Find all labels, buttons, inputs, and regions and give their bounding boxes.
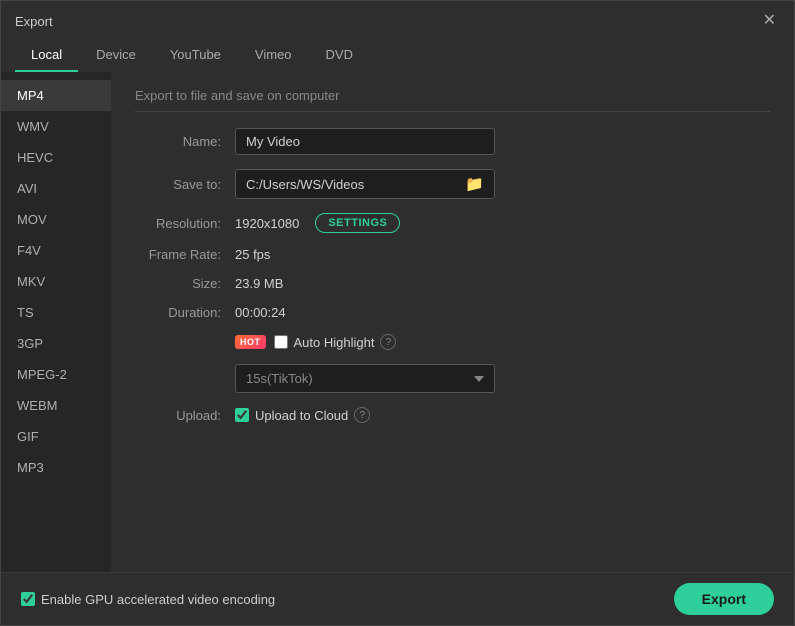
upload-help-icon[interactable]: ? xyxy=(354,407,370,423)
upload-cloud-label[interactable]: Upload to Cloud xyxy=(235,408,348,423)
upload-row: Upload: Upload to Cloud ? xyxy=(135,407,770,423)
tab-bar: Local Device YouTube Vimeo DVD xyxy=(1,37,794,72)
auto-highlight-help-icon[interactable]: ? xyxy=(380,334,396,350)
size-label: Size: xyxy=(135,276,235,291)
name-label: Name: xyxy=(135,134,235,149)
export-window: Export ✕ Local Device YouTube Vimeo DVD … xyxy=(0,0,795,626)
gpu-encoding-text: Enable GPU accelerated video encoding xyxy=(41,592,275,607)
auto-highlight-row: HOT Auto Highlight ? xyxy=(135,334,770,350)
highlight-dropdown-row: 15s(TikTok) 30s 60s xyxy=(235,364,770,393)
resolution-value: 1920x1080 xyxy=(235,216,299,231)
sidebar-item-f4v[interactable]: F4V xyxy=(1,235,111,266)
frame-rate-row: Frame Rate: 25 fps xyxy=(135,247,770,262)
gpu-encoding-checkbox[interactable] xyxy=(21,592,35,606)
sidebar-item-webm[interactable]: WEBM xyxy=(1,390,111,421)
settings-button[interactable]: SETTINGS xyxy=(315,213,400,233)
folder-row[interactable]: C:/Users/WS/Videos 📁 xyxy=(235,169,495,199)
tab-dvd[interactable]: DVD xyxy=(310,41,369,72)
upload-label: Upload: xyxy=(135,408,235,423)
gpu-encoding-label[interactable]: Enable GPU accelerated video encoding xyxy=(21,592,275,607)
close-button[interactable]: ✕ xyxy=(759,11,780,31)
hot-badge: HOT xyxy=(235,335,266,349)
save-to-row: Save to: C:/Users/WS/Videos 📁 xyxy=(135,169,770,199)
duration-value: 00:00:24 xyxy=(235,305,286,320)
title-bar: Export ✕ xyxy=(1,1,794,37)
sidebar-item-mkv[interactable]: MKV xyxy=(1,266,111,297)
sidebar-item-hevc[interactable]: HEVC xyxy=(1,142,111,173)
format-sidebar: MP4 WMV HEVC AVI MOV F4V MKV TS 3GP MPEG… xyxy=(1,72,111,572)
name-row: Name: xyxy=(135,128,770,155)
sidebar-item-avi[interactable]: AVI xyxy=(1,173,111,204)
export-button[interactable]: Export xyxy=(674,583,774,615)
tab-youtube[interactable]: YouTube xyxy=(154,41,237,72)
main-panel: Export to file and save on computer Name… xyxy=(111,72,794,572)
resolution-value-row: 1920x1080 SETTINGS xyxy=(235,213,400,233)
sidebar-item-wmv[interactable]: WMV xyxy=(1,111,111,142)
size-value: 23.9 MB xyxy=(235,276,283,291)
duration-row: Duration: 00:00:24 xyxy=(135,305,770,320)
frame-rate-value: 25 fps xyxy=(235,247,270,262)
sidebar-item-mov[interactable]: MOV xyxy=(1,204,111,235)
content-area: MP4 WMV HEVC AVI MOV F4V MKV TS 3GP MPEG… xyxy=(1,72,794,572)
sidebar-item-ts[interactable]: TS xyxy=(1,297,111,328)
tab-local[interactable]: Local xyxy=(15,41,78,72)
frame-rate-label: Frame Rate: xyxy=(135,247,235,262)
auto-highlight-text: Auto Highlight xyxy=(294,335,375,350)
resolution-label: Resolution: xyxy=(135,216,235,231)
name-input[interactable] xyxy=(235,128,495,155)
save-to-label: Save to: xyxy=(135,177,235,192)
bottom-bar: Enable GPU accelerated video encoding Ex… xyxy=(1,572,794,625)
tab-vimeo[interactable]: Vimeo xyxy=(239,41,308,72)
upload-cloud-text: Upload to Cloud xyxy=(255,408,348,423)
resolution-row: Resolution: 1920x1080 SETTINGS xyxy=(135,213,770,233)
duration-label: Duration: xyxy=(135,305,235,320)
folder-path: C:/Users/WS/Videos xyxy=(246,177,459,192)
upload-cloud-checkbox[interactable] xyxy=(235,408,249,422)
sidebar-item-mp4[interactable]: MP4 xyxy=(1,80,111,111)
auto-highlight-checkbox[interactable] xyxy=(274,335,288,349)
highlight-duration-dropdown[interactable]: 15s(TikTok) 30s 60s xyxy=(235,364,495,393)
size-row: Size: 23.9 MB xyxy=(135,276,770,291)
tab-device[interactable]: Device xyxy=(80,41,152,72)
sidebar-item-mpeg2[interactable]: MPEG-2 xyxy=(1,359,111,390)
auto-highlight-label[interactable]: Auto Highlight xyxy=(274,335,375,350)
window-title: Export xyxy=(15,14,53,29)
sidebar-item-3gp[interactable]: 3GP xyxy=(1,328,111,359)
sidebar-item-gif[interactable]: GIF xyxy=(1,421,111,452)
section-title: Export to file and save on computer xyxy=(135,88,770,112)
sidebar-item-mp3[interactable]: MP3 xyxy=(1,452,111,483)
folder-icon[interactable]: 📁 xyxy=(465,175,484,193)
